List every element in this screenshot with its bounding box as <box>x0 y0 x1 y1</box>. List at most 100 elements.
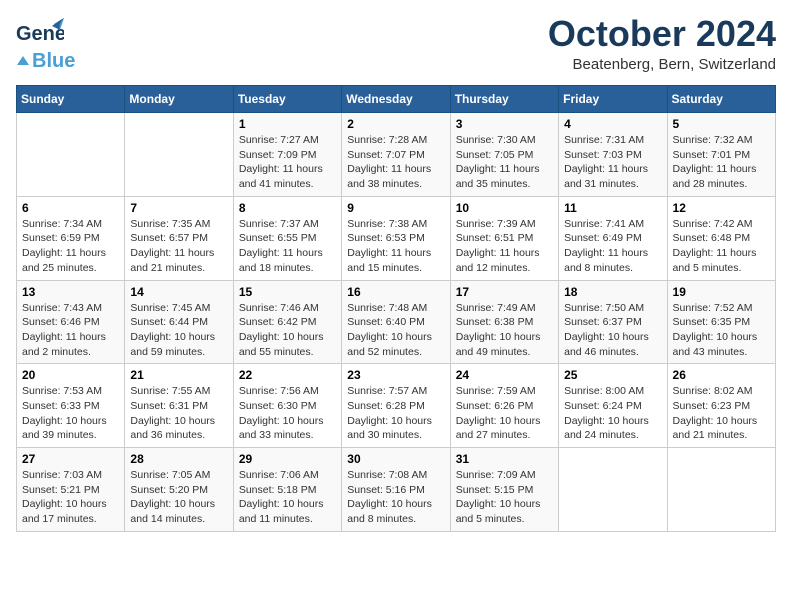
day-number: 30 <box>347 452 444 466</box>
day-info: Sunrise: 7:49 AM Sunset: 6:38 PM Dayligh… <box>456 301 553 360</box>
calendar-cell: 15 Sunrise: 7:46 AM Sunset: 6:42 PM Dayli… <box>233 280 341 364</box>
calendar-cell: 17Sunrise: 7:49 AM Sunset: 6:38 PM Dayli… <box>450 280 558 364</box>
day-number: 22 <box>239 368 336 382</box>
day-number: 7 <box>130 201 227 215</box>
calendar-cell <box>125 113 233 197</box>
day-number: 28 <box>130 452 227 466</box>
day-number: 16 <box>347 285 444 299</box>
day-number: 9 <box>347 201 444 215</box>
day-number: 8 <box>239 201 336 215</box>
day-info: Sunrise: 7:38 AM Sunset: 6:53 PM Dayligh… <box>347 217 444 276</box>
day-info: Sunrise: 7:55 AM Sunset: 6:31 PM Dayligh… <box>130 384 227 443</box>
day-number: 21 <box>130 368 227 382</box>
day-info: Sunrise: 7:53 AM Sunset: 6:33 PM Dayligh… <box>22 384 119 443</box>
day-info: Sunrise: 7:52 AM Sunset: 6:35 PM Dayligh… <box>673 301 770 360</box>
day-info: Sunrise: 7:35 AM Sunset: 6:57 PM Dayligh… <box>130 217 227 276</box>
week-row-3: 13 Sunrise: 7:43 AM Sunset: 6:46 PM Dayli… <box>17 280 776 364</box>
day-info: Sunrise: 7:30 AM Sunset: 7:05 PM Dayligh… <box>456 133 553 192</box>
day-number: 24 <box>456 368 553 382</box>
calendar-cell: 11Sunrise: 7:41 AM Sunset: 6:49 PM Dayli… <box>559 196 667 280</box>
page-header: General Blue October 2024 Beatenberg, Be… <box>16 16 776 73</box>
location-subtitle: Beatenberg, Bern, Switzerland <box>548 56 776 73</box>
calendar-header-row: SundayMondayTuesdayWednesdayThursdayFrid… <box>17 86 776 113</box>
month-title: October 2024 <box>548 16 776 52</box>
calendar-cell: 6 Sunrise: 7:34 AM Sunset: 6:59 PM Daylig… <box>17 196 125 280</box>
calendar-cell: 14Sunrise: 7:45 AM Sunset: 6:44 PM Dayli… <box>125 280 233 364</box>
column-header-tuesday: Tuesday <box>233 86 341 113</box>
column-header-friday: Friday <box>559 86 667 113</box>
day-info: Sunrise: 7:37 AM Sunset: 6:55 PM Dayligh… <box>239 217 336 276</box>
calendar-cell: 16 Sunrise: 7:48 AM Sunset: 6:40 PM Dayli… <box>342 280 450 364</box>
day-info: Sunrise: 8:02 AM Sunset: 6:23 PM Dayligh… <box>673 384 770 443</box>
week-row-1: 1 Sunrise: 7:27 AM Sunset: 7:09 PM Daylig… <box>17 113 776 197</box>
day-info: Sunrise: 7:31 AM Sunset: 7:03 PM Dayligh… <box>564 133 661 192</box>
column-header-sunday: Sunday <box>17 86 125 113</box>
day-info: Sunrise: 7:06 AM Sunset: 5:18 PM Dayligh… <box>239 468 336 527</box>
column-header-thursday: Thursday <box>450 86 558 113</box>
day-info: Sunrise: 7:08 AM Sunset: 5:16 PM Dayligh… <box>347 468 444 527</box>
calendar-cell: 23Sunrise: 7:57 AM Sunset: 6:28 PM Dayli… <box>342 364 450 448</box>
day-info: Sunrise: 7:59 AM Sunset: 6:26 PM Dayligh… <box>456 384 553 443</box>
calendar-cell: 27 Sunrise: 7:03 AM Sunset: 5:21 PM Dayli… <box>17 448 125 532</box>
day-info: Sunrise: 7:27 AM Sunset: 7:09 PM Dayligh… <box>239 133 336 192</box>
week-row-5: 27 Sunrise: 7:03 AM Sunset: 5:21 PM Dayli… <box>17 448 776 532</box>
calendar-cell: 7 Sunrise: 7:35 AM Sunset: 6:57 PM Daylig… <box>125 196 233 280</box>
day-number: 10 <box>456 201 553 215</box>
day-number: 11 <box>564 201 661 215</box>
day-number: 29 <box>239 452 336 466</box>
day-number: 13 <box>22 285 119 299</box>
day-info: Sunrise: 7:34 AM Sunset: 6:59 PM Dayligh… <box>22 217 119 276</box>
calendar-cell: 31Sunrise: 7:09 AM Sunset: 5:15 PM Dayli… <box>450 448 558 532</box>
day-info: Sunrise: 7:09 AM Sunset: 5:15 PM Dayligh… <box>456 468 553 527</box>
day-number: 23 <box>347 368 444 382</box>
day-number: 19 <box>673 285 770 299</box>
calendar-cell: 1 Sunrise: 7:27 AM Sunset: 7:09 PM Daylig… <box>233 113 341 197</box>
calendar-cell: 20 Sunrise: 7:53 AM Sunset: 6:33 PM Dayli… <box>17 364 125 448</box>
calendar-cell <box>17 113 125 197</box>
day-number: 20 <box>22 368 119 382</box>
day-number: 18 <box>564 285 661 299</box>
day-number: 15 <box>239 285 336 299</box>
calendar-cell: 21 Sunrise: 7:55 AM Sunset: 6:31 PM Dayli… <box>125 364 233 448</box>
day-info: Sunrise: 7:48 AM Sunset: 6:40 PM Dayligh… <box>347 301 444 360</box>
day-number: 4 <box>564 117 661 131</box>
day-info: Sunrise: 7:39 AM Sunset: 6:51 PM Dayligh… <box>456 217 553 276</box>
day-info: Sunrise: 7:45 AM Sunset: 6:44 PM Dayligh… <box>130 301 227 360</box>
week-row-4: 20 Sunrise: 7:53 AM Sunset: 6:33 PM Dayli… <box>17 364 776 448</box>
calendar-cell: 18 Sunrise: 7:50 AM Sunset: 6:37 PM Dayli… <box>559 280 667 364</box>
calendar-cell: 25Sunrise: 8:00 AM Sunset: 6:24 PM Dayli… <box>559 364 667 448</box>
calendar-cell: 2 Sunrise: 7:28 AM Sunset: 7:07 PM Daylig… <box>342 113 450 197</box>
calendar-cell: 10 Sunrise: 7:39 AM Sunset: 6:51 PM Dayli… <box>450 196 558 280</box>
calendar-cell: 12 Sunrise: 7:42 AM Sunset: 6:48 PM Dayli… <box>667 196 775 280</box>
calendar-cell: 28Sunrise: 7:05 AM Sunset: 5:20 PM Dayli… <box>125 448 233 532</box>
calendar-cell: 29 Sunrise: 7:06 AM Sunset: 5:18 PM Dayli… <box>233 448 341 532</box>
day-info: Sunrise: 7:28 AM Sunset: 7:07 PM Dayligh… <box>347 133 444 192</box>
day-number: 26 <box>673 368 770 382</box>
calendar-cell: 3 Sunrise: 7:30 AM Sunset: 7:05 PM Daylig… <box>450 113 558 197</box>
day-number: 2 <box>347 117 444 131</box>
calendar-cell: 26 Sunrise: 8:02 AM Sunset: 6:23 PM Dayli… <box>667 364 775 448</box>
day-number: 5 <box>673 117 770 131</box>
calendar-cell: 5 Sunrise: 7:32 AM Sunset: 7:01 PM Daylig… <box>667 113 775 197</box>
calendar-cell: 13 Sunrise: 7:43 AM Sunset: 6:46 PM Dayli… <box>17 280 125 364</box>
week-row-2: 6 Sunrise: 7:34 AM Sunset: 6:59 PM Daylig… <box>17 196 776 280</box>
day-number: 27 <box>22 452 119 466</box>
calendar-cell: 9 Sunrise: 7:38 AM Sunset: 6:53 PM Daylig… <box>342 196 450 280</box>
calendar-table: SundayMondayTuesdayWednesdayThursdayFrid… <box>16 85 776 532</box>
day-info: Sunrise: 7:42 AM Sunset: 6:48 PM Dayligh… <box>673 217 770 276</box>
calendar-cell: 24 Sunrise: 7:59 AM Sunset: 6:26 PM Dayli… <box>450 364 558 448</box>
calendar-cell <box>667 448 775 532</box>
day-number: 12 <box>673 201 770 215</box>
day-info: Sunrise: 7:03 AM Sunset: 5:21 PM Dayligh… <box>22 468 119 527</box>
column-header-monday: Monday <box>125 86 233 113</box>
column-header-wednesday: Wednesday <box>342 86 450 113</box>
title-block: October 2024 Beatenberg, Bern, Switzerla… <box>548 16 776 73</box>
day-info: Sunrise: 7:50 AM Sunset: 6:37 PM Dayligh… <box>564 301 661 360</box>
day-number: 3 <box>456 117 553 131</box>
day-info: Sunrise: 7:46 AM Sunset: 6:42 PM Dayligh… <box>239 301 336 360</box>
day-number: 1 <box>239 117 336 131</box>
day-number: 6 <box>22 201 119 215</box>
day-info: Sunrise: 7:32 AM Sunset: 7:01 PM Dayligh… <box>673 133 770 192</box>
calendar-cell <box>559 448 667 532</box>
day-info: Sunrise: 7:43 AM Sunset: 6:46 PM Dayligh… <box>22 301 119 360</box>
